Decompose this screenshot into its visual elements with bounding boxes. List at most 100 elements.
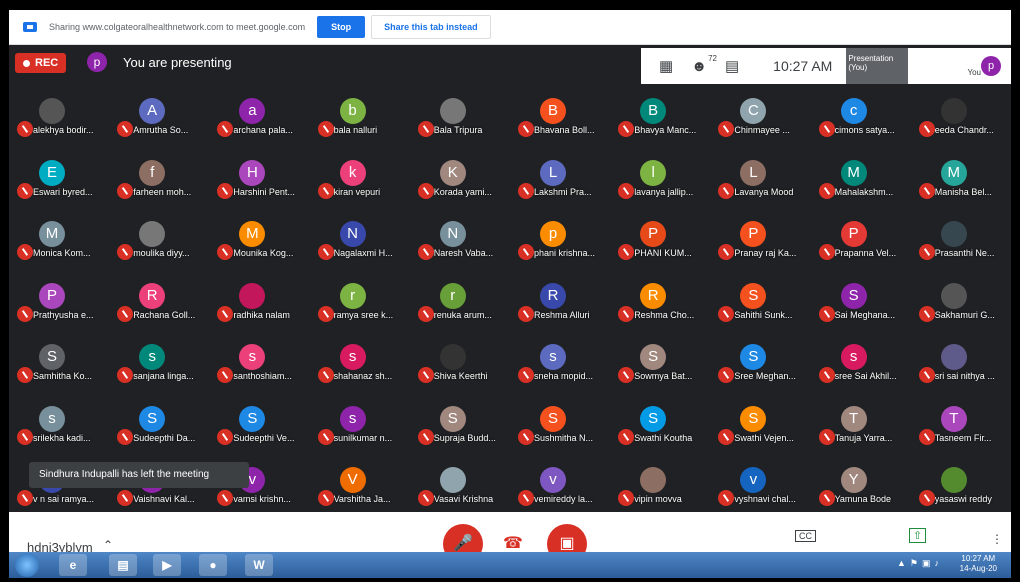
presentation-thumbnail[interactable]: Presentation (You) <box>846 48 909 84</box>
participant-tile[interactable]: B Bhavana Boll... <box>510 88 610 146</box>
participant-tile[interactable]: r ramya sree k... <box>310 273 410 331</box>
meeting-clock: 10:27 AM <box>773 58 833 74</box>
participant-tile[interactable]: radhika nalam <box>209 273 309 331</box>
participant-tile[interactable]: P Pranay raj Ka... <box>710 211 810 269</box>
participant-tile[interactable]: P PHANI KUM... <box>610 211 710 269</box>
participant-tile[interactable]: Prasanthi Ne... <box>911 211 1011 269</box>
participant-tile[interactable]: vipin movva <box>610 457 710 515</box>
participant-tile[interactable]: moulika diyy... <box>109 211 209 269</box>
participant-tile[interactable]: l lavanya jallip... <box>610 150 710 208</box>
participant-tile[interactable]: c cimons satya... <box>811 88 911 146</box>
participant-tile[interactable]: s sneha mopid... <box>510 334 610 392</box>
participant-tile[interactable]: eeda Chandr... <box>911 88 1011 146</box>
participant-tile[interactable]: S Sahithi Sunk... <box>710 273 810 331</box>
participant-tile[interactable]: S Sudeepthi Ve... <box>209 396 309 454</box>
participant-tile[interactable]: v vyshnavi chal... <box>710 457 810 515</box>
participant-tile[interactable]: R Reshma Alluri <box>510 273 610 331</box>
participant-tile[interactable]: S Sai Meghana... <box>811 273 911 331</box>
present-now-icon[interactable]: ⇧ <box>909 528 927 543</box>
participant-name: Rachana Goll... <box>133 309 196 320</box>
mic-muted-icon <box>17 367 33 383</box>
system-tray-icons[interactable]: ▲⚑▣♪ <box>897 558 943 569</box>
participant-avatar: M <box>940 159 967 186</box>
participant-tile[interactable]: r renuka arum... <box>410 273 510 331</box>
participant-tile[interactable]: S Supraja Budd... <box>410 396 510 454</box>
word-icon[interactable]: W <box>245 554 273 576</box>
participant-name: Sowmya Bat... <box>634 371 693 381</box>
participant-tile[interactable]: A Amrutha So... <box>109 88 209 146</box>
start-button-icon[interactable] <box>15 553 39 577</box>
participant-tile[interactable]: b bala nalluri <box>310 88 410 146</box>
participant-tile[interactable]: T Tanuja Yarra... <box>811 396 911 454</box>
participant-tile[interactable]: Bala Tripura <box>410 88 510 146</box>
participant-tile[interactable]: k kiran vepuri <box>310 150 410 208</box>
stop-sharing-button[interactable]: Stop <box>317 16 366 38</box>
participant-tile[interactable]: Vasavi Krishna <box>410 457 510 515</box>
participant-tile[interactable]: S Swathi Koutha <box>610 396 710 454</box>
bottom-control-bar: hdni3yblym ⌃ 🎤 ☎ ▣ CC ⇧ ⋮ <box>9 512 1011 564</box>
participant-tile[interactable]: alekhya bodir... <box>9 88 109 146</box>
participant-tile[interactable]: a archana pala... <box>209 88 309 146</box>
participant-tile[interactable]: L Lakshmi Pra... <box>510 150 610 208</box>
participant-tile[interactable]: yasaswi reddy <box>911 457 1011 515</box>
participant-tile[interactable]: s sanjana linga... <box>109 334 209 392</box>
participant-tile[interactable]: R Rachana Goll... <box>109 273 209 331</box>
participant-tile[interactable]: S Sushmitha N... <box>510 396 610 454</box>
internet-explorer-icon[interactable]: e <box>59 554 87 576</box>
participant-tile[interactable]: P Prapanna Vel... <box>811 211 911 269</box>
participant-tile[interactable]: M Mahalakshm... <box>811 150 911 208</box>
mic-muted-icon <box>317 182 334 199</box>
mic-muted-icon <box>718 121 735 137</box>
people-icon[interactable]: ☻ 72 <box>691 54 717 75</box>
share-this-tab-button[interactable]: Share this tab instead <box>371 15 491 39</box>
participant-tile[interactable]: L Lavanya Mood <box>710 150 810 208</box>
participant-tile[interactable]: Sakhamuri G... <box>911 273 1011 331</box>
participant-tile[interactable]: N Naresh Vaba... <box>410 211 510 269</box>
participant-tile[interactable]: C Chinmayee ... <box>710 88 810 146</box>
participant-name: sree Sai Akhil... <box>834 371 897 381</box>
participant-name: Naresh Vaba... <box>433 248 494 258</box>
captions-button[interactable]: CC <box>795 530 816 542</box>
system-clock[interactable]: 10:27 AM 14-Aug-20 <box>960 554 997 574</box>
recording-badge[interactable]: REC <box>15 53 67 73</box>
participant-tile[interactable]: S Samhitha Ko... <box>9 334 109 392</box>
participant-tile[interactable]: v vemireddy la... <box>510 457 610 515</box>
chevron-up-icon[interactable]: ⌃ <box>103 538 113 552</box>
participant-tile[interactable]: B Bhavya Manc... <box>610 88 710 146</box>
participant-tile[interactable]: K Korada yami... <box>410 150 510 208</box>
participant-tile[interactable]: s sunilkumar n... <box>310 396 410 454</box>
participant-tile[interactable]: s shahanaz sh... <box>310 334 410 392</box>
participant-tile[interactable]: H Harshini Pent... <box>209 150 309 208</box>
participant-tile[interactable]: S Sree Meghan... <box>710 334 810 392</box>
participant-tile[interactable]: E Eswari byred... <box>9 150 109 208</box>
participant-tile[interactable]: s santhoshiam... <box>209 334 309 392</box>
chrome-icon[interactable]: ● <box>199 554 227 576</box>
participant-tile[interactable]: N Nagalaxmi H... <box>310 211 410 269</box>
participant-tile[interactable]: P Prathyusha e... <box>9 273 109 331</box>
participant-tile[interactable]: p phani krishna... <box>510 211 610 269</box>
participant-name: Amrutha So... <box>133 125 189 135</box>
folder-icon[interactable]: ▤ <box>109 554 137 576</box>
media-player-icon[interactable]: ▶ <box>153 554 181 576</box>
participant-tile[interactable]: S Sowmya Bat... <box>610 334 710 392</box>
participant-tile[interactable]: s srilekha kadi... <box>9 396 109 454</box>
participant-tile[interactable]: M Manisha Bel... <box>911 150 1011 208</box>
participant-tile[interactable]: sri sai nithya ... <box>911 334 1011 392</box>
participant-tile[interactable]: Shiva Keerthi <box>410 334 510 392</box>
more-options-icon[interactable]: ⋮ <box>991 532 1003 546</box>
meet-window: Sharing www.colgateoralhealthnetwork.com… <box>9 10 1011 578</box>
participant-tile[interactable]: V Varshitha Ja... <box>310 457 410 515</box>
participant-tile[interactable]: S Sudeepthi Da... <box>109 396 209 454</box>
layout-grid-icon[interactable]: ▦ <box>659 57 673 75</box>
participant-tile[interactable]: M Mounika Kog... <box>209 211 309 269</box>
participant-tile[interactable]: T Tasneem Fir... <box>911 396 1011 454</box>
participant-tile[interactable]: Y Yamuna Bode <box>811 457 911 515</box>
participant-tile[interactable]: s sree Sai Akhil... <box>811 334 911 392</box>
participant-tile[interactable]: S Swathi Vejen... <box>710 396 810 454</box>
participant-tile[interactable]: R Reshma Cho... <box>610 273 710 331</box>
chat-icon[interactable]: ▤ <box>725 57 739 75</box>
participant-tile[interactable]: f farheen moh... <box>109 150 209 208</box>
participant-name: lavanya jallip... <box>634 186 694 197</box>
self-avatar[interactable]: p <box>981 56 1001 76</box>
participant-tile[interactable]: M Monica Kom... <box>9 211 109 269</box>
